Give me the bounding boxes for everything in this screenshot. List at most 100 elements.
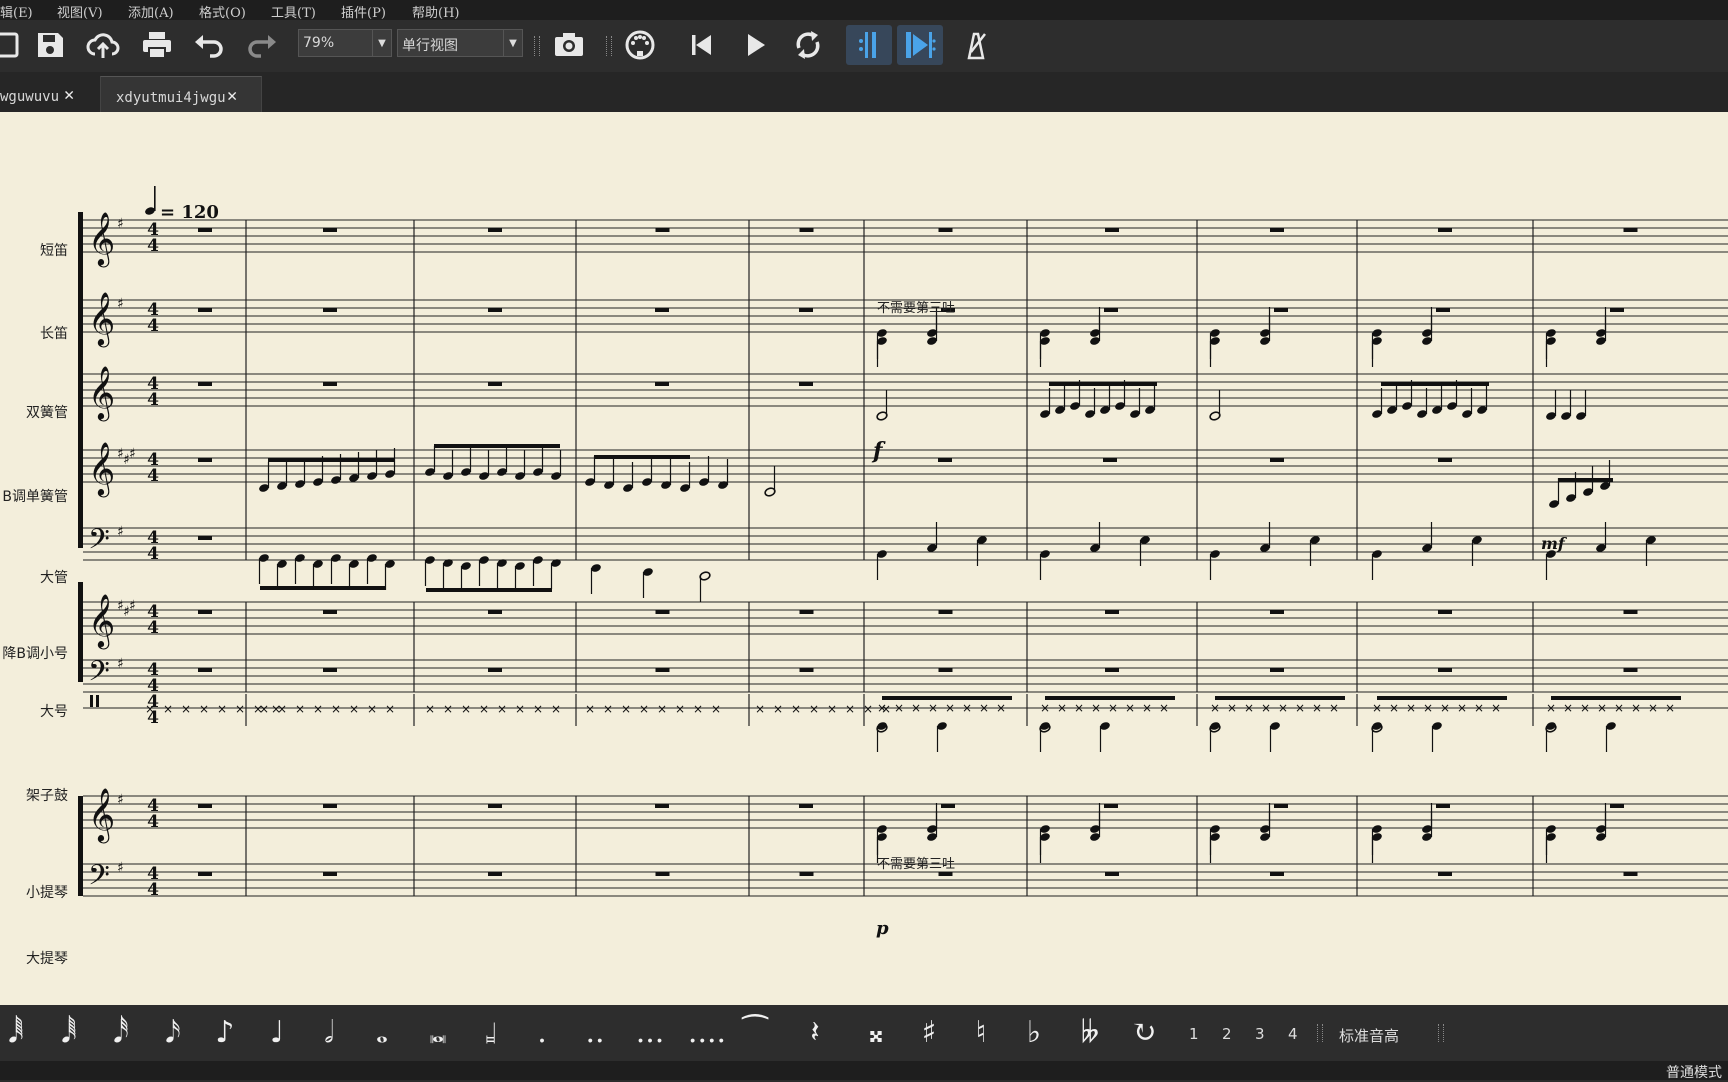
instrument-name-drumset[interactable]: 架子鼓	[26, 788, 68, 804]
tab-score-1[interactable]: wguwuvu ✕	[0, 76, 100, 112]
menu-edit[interactable]: 辑(E)	[0, 2, 33, 21]
treble-clef-icon: 𝄞	[88, 211, 115, 267]
triple-dot-icon[interactable]: ...	[632, 1013, 668, 1053]
whole-rest	[1104, 804, 1118, 808]
double-sharp-icon[interactable]: 𝄪	[861, 1013, 891, 1053]
whole-rest	[1623, 228, 1638, 232]
play-icon[interactable]	[735, 25, 775, 65]
flute-staff-text[interactable]: 不需要第三吐	[877, 301, 955, 316]
view-mode-combo[interactable]: 单行视图 ▼	[397, 29, 523, 57]
instrument-name-oboe[interactable]: 双簧管	[26, 405, 68, 421]
undo-icon[interactable]	[189, 25, 229, 65]
time-signature-bottom: 4	[147, 880, 159, 900]
voice-2-button[interactable]: 2	[1222, 1025, 1232, 1043]
double-dot-icon[interactable]: ..	[580, 1013, 610, 1053]
note-16th-icon[interactable]: 𝅘𝅥𝅯	[159, 1013, 187, 1053]
close-icon[interactable]: ✕	[64, 85, 74, 105]
dynamic-forte[interactable]: f	[871, 438, 886, 464]
voice-4-button[interactable]: 4	[1288, 1025, 1298, 1043]
menu-plugins[interactable]: 插件(P)	[341, 2, 386, 21]
tie-icon[interactable]: ⁀	[735, 1013, 775, 1053]
whole-rest	[323, 308, 337, 312]
instrument-name-flute[interactable]: 长笛	[40, 326, 68, 342]
note-longa-icon[interactable]: 𝆷	[474, 1013, 508, 1053]
score-canvas[interactable]: 𝄞 ♯ 4 4 𝄞 ♯ 4 4 𝄞 4 4 𝄞 ♯ ♯ ♯ 4 4 𝄢 ♯ 4 4 𝄞 ♯ ♯ ♯ 4 4 𝄢 ♯ 4 4 4 4 𝄞 ♯ 4 4 𝄢 ♯ 4…	[0, 112, 1728, 1005]
cloud-upload-icon[interactable]	[83, 25, 123, 65]
score-tab-bar: wguwuvu ✕ xdyutmui4jwgu ✕	[0, 72, 1728, 112]
instrument-name-clarinet[interactable]: B调单簧管	[2, 489, 68, 505]
dynamic-mezzo-forte[interactable]: mf	[1541, 534, 1568, 553]
instrument-name-cello[interactable]: 大提琴	[26, 951, 68, 967]
score-page[interactable]: 𝄞 ♯ 44𝄞 ♯ 44𝄞 44𝄞 ♯ ♯ ♯ 44𝄢 ♯ 44𝄞 ♯ ♯ ♯ 44𝄢 ♯ 4444𝄞 ♯ 44𝄢 ♯ 4…	[0, 112, 1728, 1005]
pitch-mode-button[interactable]: 标准音高	[1339, 1025, 1399, 1046]
tempo-marking[interactable]: = 120	[144, 186, 219, 223]
drum-x-note: ×	[1631, 701, 1641, 715]
menu-format[interactable]: 格式(O)	[199, 2, 246, 21]
whole-rest	[1436, 804, 1450, 808]
natural-icon[interactable]: ♮	[966, 1013, 996, 1053]
redo-icon[interactable]	[242, 25, 282, 65]
note-eighth-icon[interactable]: ♪	[211, 1013, 239, 1053]
toolbar: 79% ▼ 单行视图 ▼	[0, 20, 1728, 72]
loop-range-icon[interactable]	[846, 25, 892, 65]
toolbar-separator	[534, 36, 540, 56]
rewind-icon[interactable]	[681, 25, 721, 65]
rest-icon[interactable]: 𝄽	[798, 1013, 832, 1053]
quadruple-dot-icon[interactable]: ....	[684, 1013, 730, 1053]
close-icon[interactable]: ✕	[227, 86, 237, 106]
note-64th-icon[interactable]: 𝅘𝅥𝅱	[55, 1013, 83, 1053]
sharp-icon[interactable]: ♯	[914, 1013, 944, 1053]
instrument-name-bassoon[interactable]: 大管	[40, 570, 68, 586]
play-repeats-icon[interactable]	[897, 25, 943, 65]
zoom-combo[interactable]: 79% ▼	[298, 29, 392, 57]
note-quarter-icon[interactable]: ♩	[263, 1013, 291, 1053]
note-128th-icon[interactable]: 𝅘𝅥𝅱	[2, 1013, 30, 1053]
double-flat-icon[interactable]: 𝄫	[1072, 1013, 1108, 1053]
drum-x-note: ×	[1406, 701, 1416, 715]
drum-x-note: ×	[515, 702, 525, 716]
whole-rest	[488, 610, 502, 614]
instrument-name-tuba[interactable]: 大号	[40, 704, 68, 720]
bracket-strings	[78, 796, 83, 896]
whole-rest	[1436, 308, 1450, 312]
flip-direction-icon[interactable]: ↻	[1127, 1013, 1161, 1053]
note-half-icon[interactable]: 𝅗𝅥	[315, 1013, 343, 1053]
whole-rest	[1105, 668, 1119, 672]
midi-input-icon[interactable]	[620, 25, 660, 65]
dot-icon[interactable]: .	[530, 1013, 554, 1053]
menu-add[interactable]: 添加(A)	[128, 2, 174, 21]
save-icon[interactable]	[30, 25, 70, 65]
instrument-name-trumpet[interactable]: 降B调小号	[2, 646, 68, 662]
new-score-icon[interactable]	[0, 25, 26, 65]
menu-tools[interactable]: 工具(T)	[271, 2, 316, 21]
dynamic-piano[interactable]: p	[876, 918, 889, 939]
drum-x-note: ×	[773, 702, 783, 716]
drum-x-note: ×	[259, 702, 269, 716]
loop-icon[interactable]	[788, 25, 828, 65]
whole-rest	[1105, 228, 1119, 232]
chevron-down-icon[interactable]: ▼	[503, 30, 522, 56]
flat-icon[interactable]: ♭	[1019, 1013, 1049, 1053]
note-whole-icon[interactable]: 𝅝	[367, 1013, 397, 1053]
whole-rest	[655, 872, 670, 876]
menu-help[interactable]: 帮助(H)	[412, 2, 459, 21]
note-breve-icon[interactable]: 𝅜	[421, 1013, 455, 1053]
menu-view[interactable]: 视图(V)	[57, 2, 103, 21]
camera-icon[interactable]	[549, 25, 589, 65]
instrument-name-violin[interactable]: 小提琴	[26, 885, 68, 901]
chevron-down-icon[interactable]: ▼	[372, 30, 391, 56]
print-icon[interactable]	[137, 25, 177, 65]
metronome-icon[interactable]	[955, 25, 995, 65]
drum-x-note: ×	[827, 702, 837, 716]
drum-x-note: ×	[1244, 701, 1254, 715]
status-mode: 普通模式	[1666, 1065, 1722, 1081]
voice-3-button[interactable]: 3	[1255, 1025, 1265, 1043]
note-32nd-icon[interactable]: 𝅘𝅥𝅰	[107, 1013, 135, 1053]
drum-x-note: ×	[693, 702, 703, 716]
tab-score-2[interactable]: xdyutmui4jwgu ✕	[100, 76, 262, 112]
voice-1-button[interactable]: 1	[1189, 1025, 1199, 1043]
whole-rest	[938, 872, 953, 876]
beam	[1049, 382, 1157, 386]
violin-staff-text[interactable]: 不需要第三吐	[877, 857, 955, 872]
instrument-name-piccolo[interactable]: 短笛	[40, 243, 68, 259]
